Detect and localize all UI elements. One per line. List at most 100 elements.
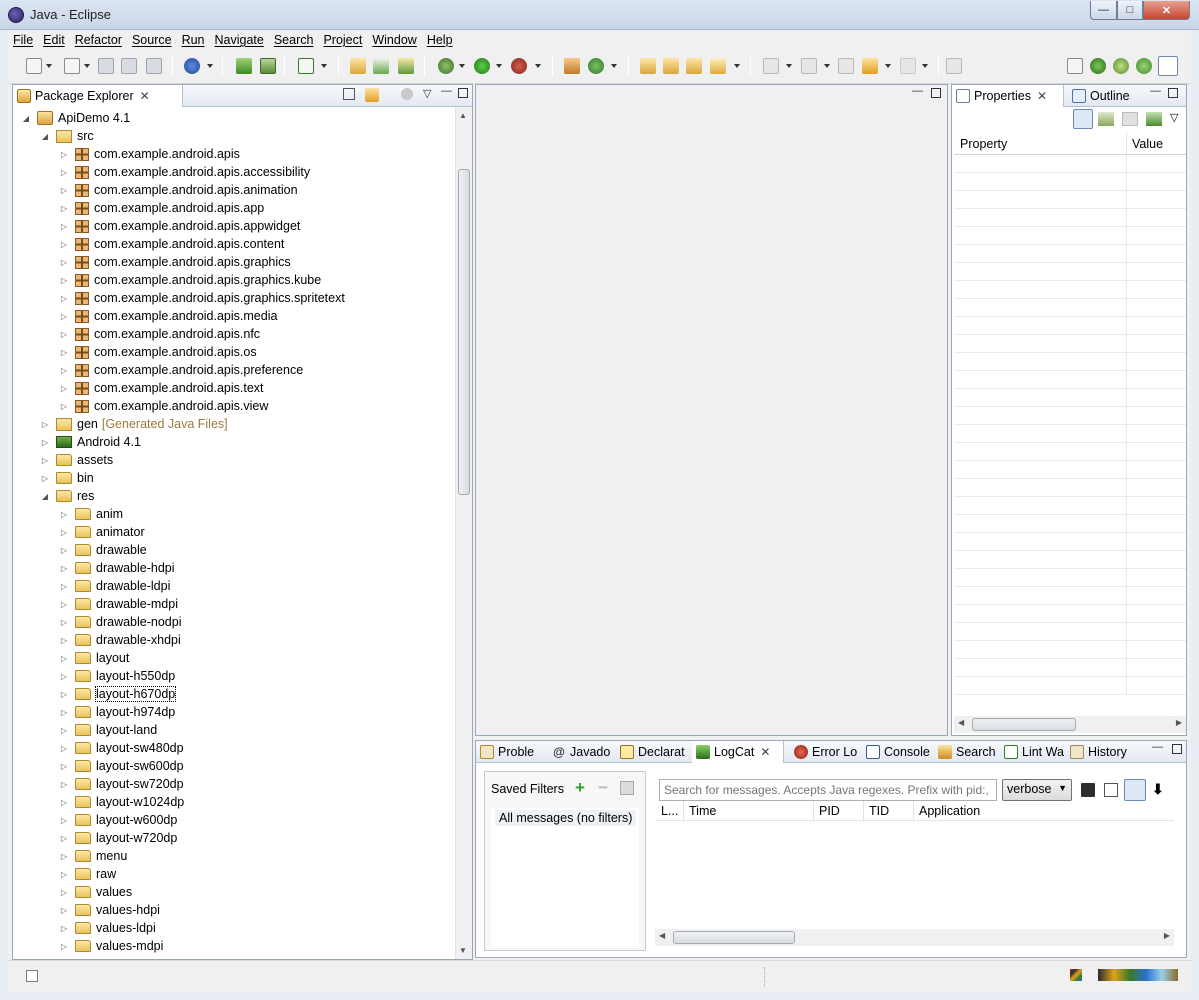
next-annotation-icon[interactable] <box>763 58 779 74</box>
expand-arrow-icon[interactable]: ▷ <box>59 528 69 537</box>
tree-item[interactable]: ▷ com.example.android.apis.accessibility <box>59 163 310 181</box>
tree-item[interactable]: ▷ drawable-mdpi <box>59 595 178 613</box>
value-column-header[interactable]: Value <box>1132 137 1163 151</box>
minimize-view-icon[interactable]: — <box>441 85 452 97</box>
tree-item[interactable]: ▷ layout <box>59 649 129 667</box>
tree-item[interactable]: ▷ com.example.android.apis.app <box>59 199 264 217</box>
add-filter-icon[interactable]: + <box>575 778 585 798</box>
new-package-icon[interactable] <box>564 58 580 74</box>
expand-arrow-icon[interactable]: ▷ <box>59 780 69 789</box>
log-horizontal-scrollbar[interactable]: ◀ ▶ <box>655 929 1174 946</box>
tree-vertical-scrollbar[interactable]: ▲ ▼ <box>455 107 472 959</box>
expand-arrow-icon[interactable]: ▷ <box>59 222 69 231</box>
open-perspective-icon[interactable] <box>1067 58 1083 74</box>
previous-annotation-dropdown-icon[interactable] <box>824 64 830 68</box>
tree-item[interactable]: ▷ layout-h670dp <box>59 685 177 703</box>
tab-history[interactable]: History <box>1066 741 1138 763</box>
tree-item[interactable]: ▷ layout-w600dp <box>59 811 177 829</box>
filter-list-item[interactable]: All messages (no filters) <box>495 810 637 826</box>
collapse-arrow-icon[interactable]: ◢ <box>40 492 50 501</box>
last-edit-icon[interactable] <box>838 58 854 74</box>
tree-item[interactable]: ▷ com.example.android.apis.nfc <box>59 325 260 343</box>
maximize-view-icon[interactable] <box>1172 744 1182 754</box>
property-column-header[interactable]: Property <box>960 137 1007 151</box>
menu-help[interactable]: Help <box>422 33 458 47</box>
expand-arrow-icon[interactable]: ▷ <box>59 636 69 645</box>
tree-item[interactable]: ▷ layout-sw480dp <box>59 739 184 757</box>
tree-item[interactable]: ▷ assets <box>40 451 113 469</box>
tree-item[interactable]: ▷ com.example.android.apis.media <box>59 307 278 325</box>
view-menu-icon[interactable]: ▽ <box>1170 111 1178 124</box>
collapse-arrow-icon[interactable]: ◢ <box>40 132 50 141</box>
external-tools-dropdown-icon[interactable] <box>535 64 541 68</box>
menu-edit[interactable]: Edit <box>38 33 70 47</box>
minimize-editor-icon[interactable]: — <box>912 85 923 97</box>
tree-item[interactable]: ◢ src <box>40 127 94 145</box>
new-junit-icon[interactable] <box>373 58 389 74</box>
hierarchy-perspective-icon[interactable] <box>1136 58 1152 74</box>
menu-refactor[interactable]: Refactor <box>70 33 127 47</box>
close-button[interactable]: ✕ <box>1143 1 1190 20</box>
menu-window[interactable]: Window <box>367 33 421 47</box>
save-log-icon[interactable] <box>1081 783 1095 797</box>
tab-properties[interactable]: Properties ✕ <box>952 85 1064 107</box>
expand-arrow-icon[interactable]: ▷ <box>59 510 69 519</box>
debug-dropdown-icon[interactable] <box>459 64 465 68</box>
close-icon[interactable]: ✕ <box>760 745 770 759</box>
expand-arrow-icon[interactable]: ▷ <box>59 798 69 807</box>
tree-item[interactable]: ▷ com.example.android.apis.animation <box>59 181 298 199</box>
forward-arrow-icon[interactable] <box>900 58 916 74</box>
java-perspective-icon[interactable] <box>1158 56 1178 76</box>
log-scroll-thumb[interactable] <box>673 931 795 944</box>
expand-arrow-icon[interactable]: ▷ <box>59 312 69 321</box>
minimize-view-icon[interactable]: — <box>1152 741 1163 753</box>
expand-arrow-icon[interactable]: ▷ <box>59 726 69 735</box>
open-type-icon[interactable] <box>640 58 656 74</box>
application-column-header[interactable]: Application <box>919 804 980 818</box>
debug-perspective-icon[interactable] <box>1113 58 1129 74</box>
collapse-arrow-icon[interactable]: ◢ <box>21 114 31 123</box>
tree-item[interactable]: ▷ values <box>59 883 132 901</box>
close-icon[interactable]: ✕ <box>140 89 150 103</box>
previous-annotation-icon[interactable] <box>801 58 817 74</box>
scroll-left-icon[interactable]: ◀ <box>958 718 964 727</box>
expand-arrow-icon[interactable]: ▷ <box>59 294 69 303</box>
tree-item[interactable]: ▷ bin <box>40 469 94 487</box>
open-resource-icon[interactable] <box>663 58 679 74</box>
menu-file[interactable]: File <box>8 33 38 47</box>
tab-outline[interactable]: Outline <box>1068 85 1142 107</box>
new-icon[interactable] <box>26 58 42 74</box>
menu-source[interactable]: Source <box>127 33 177 47</box>
close-icon[interactable]: ✕ <box>1037 89 1047 103</box>
android-sdk-icon[interactable] <box>184 58 200 74</box>
edit-filter-icon[interactable] <box>620 781 634 795</box>
tree-item[interactable]: ◢ res <box>40 487 94 505</box>
expand-arrow-icon[interactable]: ▷ <box>59 744 69 753</box>
minimize-view-icon[interactable]: — <box>1150 85 1161 97</box>
maximize-view-icon[interactable] <box>458 88 468 98</box>
log-level-select[interactable]: verbose ▼ <box>1002 779 1072 801</box>
refresh-icon[interactable] <box>588 58 604 74</box>
tree-item[interactable]: ▷ anim <box>59 505 123 523</box>
tree-item[interactable]: ▷ com.example.android.apis.text <box>59 379 264 397</box>
new-dropdown-icon[interactable] <box>46 64 52 68</box>
tree-scroll-thumb[interactable] <box>458 169 470 495</box>
view-filter-icon[interactable] <box>401 88 413 100</box>
tree-item[interactable]: ▷ layout-w720dp <box>59 829 177 847</box>
tab-console[interactable]: Console <box>862 741 932 763</box>
pid-column-header[interactable]: PID <box>819 804 840 818</box>
show-advanced-icon[interactable] <box>1098 112 1114 126</box>
tree-item[interactable]: ▷ com.example.android.apis.os <box>59 343 257 361</box>
pen-icon[interactable] <box>710 58 726 74</box>
tree-item[interactable]: ▷ values-mdpi <box>59 937 163 955</box>
forward-dropdown-icon[interactable] <box>922 64 928 68</box>
clear-log-icon[interactable] <box>1104 783 1118 797</box>
expand-arrow-icon[interactable]: ▷ <box>59 852 69 861</box>
tree-item[interactable]: ▷ raw <box>59 865 116 883</box>
tree-item[interactable]: ▷ com.example.android.apis <box>59 145 240 163</box>
properties-horizontal-scrollbar[interactable]: ◀ ▶ <box>954 716 1186 733</box>
menu-project[interactable]: Project <box>318 33 367 47</box>
tree-item[interactable]: ◢ ApiDemo 4.1 <box>21 109 130 127</box>
tab-search[interactable]: Search <box>934 741 998 763</box>
expand-arrow-icon[interactable]: ▷ <box>59 546 69 555</box>
